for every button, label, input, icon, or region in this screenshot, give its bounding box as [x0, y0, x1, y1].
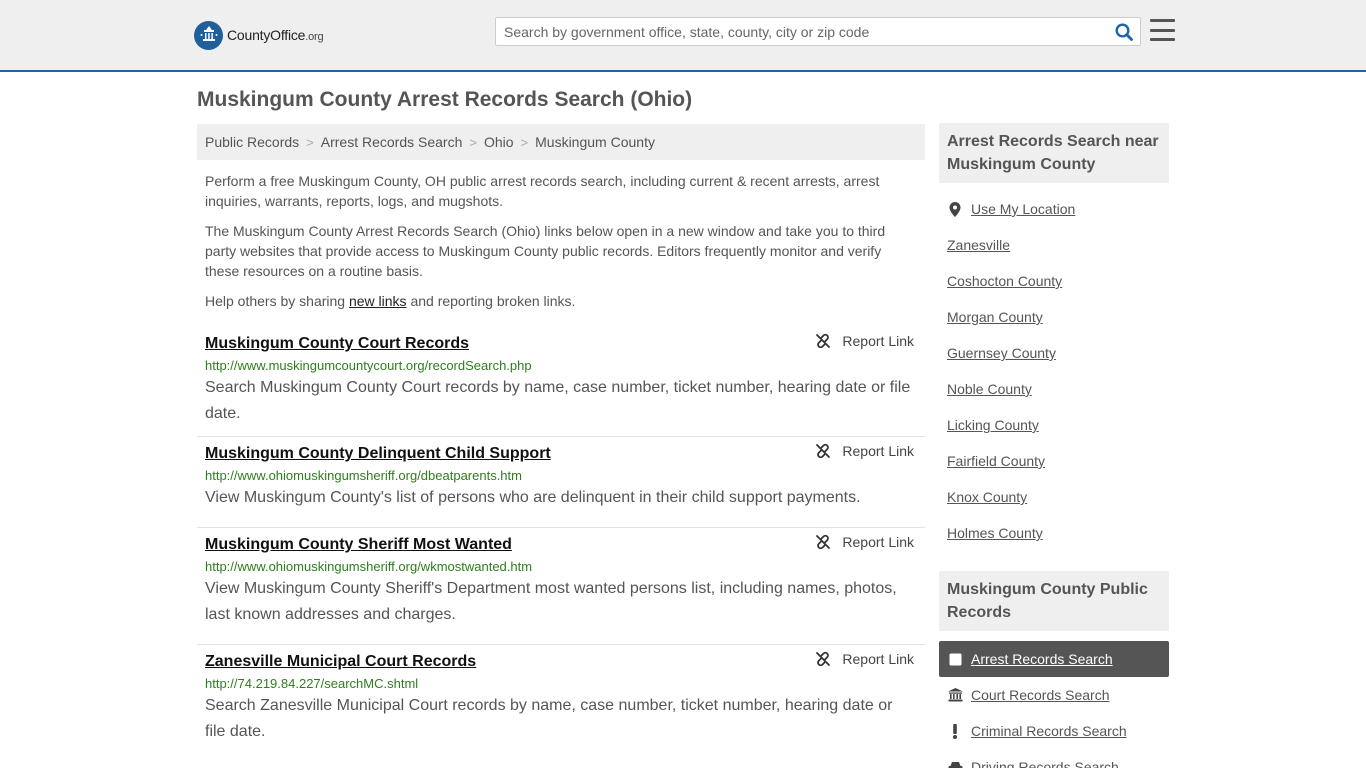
nearby-item-guernsey[interactable]: Guernsey County	[939, 335, 1169, 371]
logo-wordmark: CountyOffice.org	[227, 27, 324, 43]
public-records-link[interactable]: Court Records Search	[971, 687, 1110, 703]
public-records-list: Arrest Records Search Court Records Sear…	[939, 631, 1169, 768]
intro-text: Perform a free Muskingum County, OH publ…	[205, 171, 905, 321]
nearby-item-zanesville[interactable]: Zanesville	[939, 227, 1169, 263]
breadcrumb: Public Records > Arrest Records Search >…	[197, 124, 925, 160]
car-icon	[947, 761, 963, 768]
nearby-link[interactable]: Fairfield County	[947, 453, 1045, 469]
chevron-right-icon: >	[520, 134, 529, 150]
search-box	[495, 17, 1141, 46]
record-title-link[interactable]: Muskingum County Sheriff Most Wanted	[205, 535, 512, 555]
chevron-right-icon: >	[469, 134, 477, 150]
sidebar-item-court-records[interactable]: Court Records Search	[939, 677, 1169, 713]
sidebar-item-driving-records[interactable]: Driving Records Search	[939, 749, 1169, 768]
nearby-item-fairfield[interactable]: Fairfield County	[939, 443, 1169, 479]
nearby-link[interactable]: Knox County	[947, 489, 1027, 505]
nearby-item-coshocton[interactable]: Coshocton County	[939, 263, 1169, 299]
breadcrumb-muskingum-county[interactable]: Muskingum County	[535, 134, 655, 150]
record-url[interactable]: http://www.ohiomuskingumsheriff.org/dbea…	[205, 468, 917, 484]
hamburger-menu-icon[interactable]	[1150, 19, 1175, 41]
record-title-link[interactable]: Muskingum County Court Records	[205, 334, 469, 354]
sidebar: Arrest Records Search near Muskingum Cou…	[939, 123, 1169, 768]
public-records-link[interactable]: Criminal Records Search	[971, 723, 1127, 739]
record-url[interactable]: http://74.219.84.227/searchMC.shtml	[205, 676, 917, 692]
report-link-button[interactable]: Report Link	[815, 534, 914, 550]
record-title-link[interactable]: Muskingum County Delinquent Child Suppor…	[205, 444, 551, 464]
broken-link-icon	[816, 443, 831, 459]
page-title: Muskingum County Arrest Records Search (…	[197, 88, 693, 111]
sidebar-item-arrest-records[interactable]: Arrest Records Search	[939, 641, 1169, 677]
checkbox-icon	[947, 653, 963, 666]
report-link-button[interactable]: Report Link	[815, 333, 914, 349]
record-description: View Muskingum County's list of persons …	[205, 489, 861, 506]
nearby-link[interactable]: Guernsey County	[947, 345, 1056, 361]
intro-paragraph-2: The Muskingum County Arrest Records Sear…	[205, 223, 886, 279]
record-list: Muskingum County Court Records Report Li…	[197, 327, 925, 762]
search-input[interactable]	[496, 18, 1106, 45]
broken-link-icon	[816, 333, 831, 349]
nearby-heading: Arrest Records Search near Muskingum Cou…	[939, 123, 1169, 183]
public-records-link[interactable]: Driving Records Search	[971, 759, 1119, 768]
nearby-link[interactable]: Zanesville	[947, 237, 1010, 253]
record-description: View Muskingum County Sheriff's Departme…	[205, 580, 897, 623]
use-location-item[interactable]: Use My Location	[939, 191, 1169, 227]
exclamation-icon	[947, 723, 963, 739]
record-url[interactable]: http://www.muskingumcountycourt.org/reco…	[205, 358, 917, 374]
search-button[interactable]	[1114, 22, 1134, 42]
record-item: Muskingum County Delinquent Child Suppor…	[197, 437, 925, 528]
intro-paragraph-1: Perform a free Muskingum County, OH publ…	[205, 173, 880, 209]
broken-link-icon	[816, 534, 831, 550]
courthouse-icon	[947, 688, 963, 702]
record-item: Muskingum County Court Records Report Li…	[197, 327, 925, 437]
broken-link-icon	[816, 651, 831, 667]
public-records-heading: Muskingum County Public Records	[939, 571, 1169, 631]
site-header: CountyOffice.org	[0, 0, 1366, 72]
record-url[interactable]: http://www.ohiomuskingumsheriff.org/wkmo…	[205, 559, 917, 575]
breadcrumb-public-records[interactable]: Public Records	[205, 134, 299, 150]
nearby-link[interactable]: Morgan County	[947, 309, 1043, 325]
new-links-link[interactable]: new links	[349, 293, 407, 309]
nearby-item-knox[interactable]: Knox County	[939, 479, 1169, 515]
record-item: Muskingum County Sheriff Most Wanted Rep…	[197, 528, 925, 645]
nearby-list: Use My Location Zanesville Coshocton Cou…	[939, 183, 1169, 563]
nearby-link[interactable]: Noble County	[947, 381, 1032, 397]
nearby-link[interactable]: Coshocton County	[947, 273, 1062, 289]
intro-paragraph-3: Help others by sharing new links and rep…	[205, 293, 576, 309]
report-link-button[interactable]: Report Link	[815, 443, 914, 459]
record-item: Zanesville Municipal Court Records Repor…	[197, 645, 925, 762]
sidebar-item-criminal-records[interactable]: Criminal Records Search	[939, 713, 1169, 749]
public-records-link[interactable]: Arrest Records Search	[971, 651, 1113, 667]
site-logo[interactable]: CountyOffice.org	[194, 20, 324, 50]
capitol-icon	[194, 20, 223, 50]
report-link-button[interactable]: Report Link	[815, 651, 914, 667]
nearby-link[interactable]: Licking County	[947, 417, 1039, 433]
search-icon	[1115, 23, 1133, 41]
record-title-link[interactable]: Zanesville Municipal Court Records	[205, 652, 476, 672]
nearby-item-noble[interactable]: Noble County	[939, 371, 1169, 407]
nearby-link[interactable]: Holmes County	[947, 525, 1043, 541]
breadcrumb-arrest-records[interactable]: Arrest Records Search	[321, 134, 463, 150]
nearby-item-holmes[interactable]: Holmes County	[939, 515, 1169, 551]
breadcrumb-ohio[interactable]: Ohio	[484, 134, 514, 150]
use-location-link[interactable]: Use My Location	[971, 201, 1075, 217]
chevron-right-icon: >	[306, 134, 314, 150]
nearby-item-morgan[interactable]: Morgan County	[939, 299, 1169, 335]
nearby-item-licking[interactable]: Licking County	[939, 407, 1169, 443]
record-description: Search Zanesville Municipal Court record…	[205, 697, 893, 740]
map-pin-icon	[947, 201, 963, 217]
record-description: Search Muskingum County Court records by…	[205, 379, 911, 422]
